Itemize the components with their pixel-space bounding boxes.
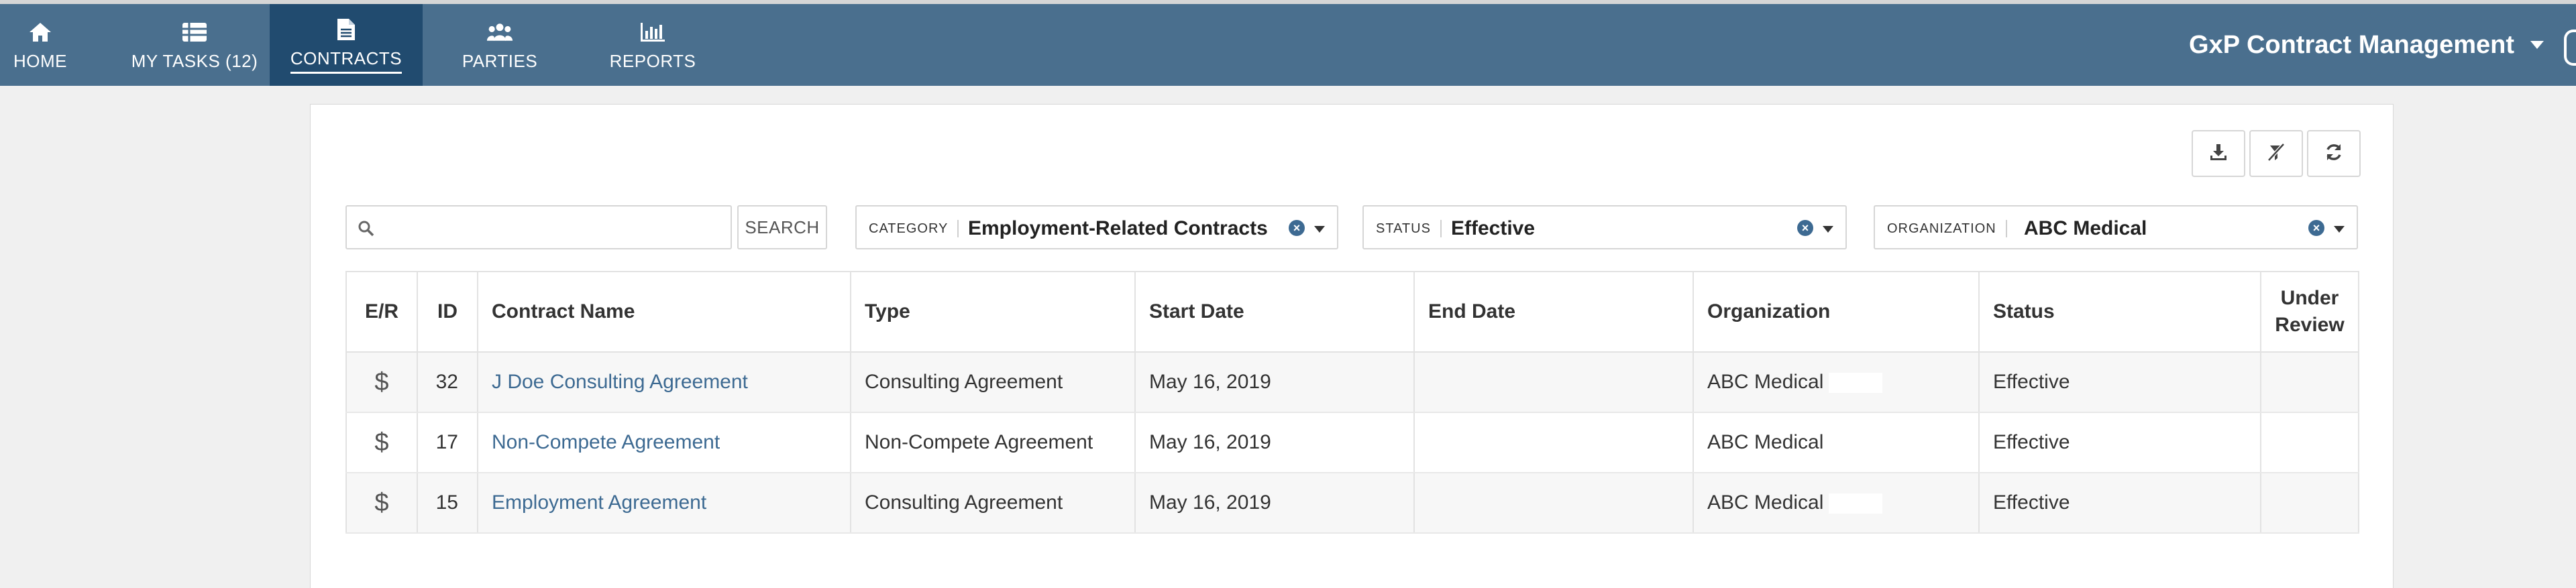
table-row[interactable]: $ 15 Employment Agreement Consulting Agr… xyxy=(345,473,2359,534)
nav-reports-label: REPORTS xyxy=(609,50,696,71)
contract-id: 17 xyxy=(417,412,478,473)
bar-chart-icon xyxy=(639,19,666,46)
organization-clear-icon[interactable]: × xyxy=(2308,220,2324,236)
search-input[interactable] xyxy=(384,212,722,244)
nav-reports[interactable]: REPORTS xyxy=(604,4,702,86)
organization-cell: ABC Medical xyxy=(1693,352,1980,413)
organization-dropdown-icon[interactable] xyxy=(2334,226,2345,233)
dollar-icon: $ xyxy=(345,473,418,534)
contract-type: Consulting Agreement xyxy=(851,473,1136,534)
category-filter-label: CATEGORY xyxy=(869,220,959,237)
start-date: May 16, 2019 xyxy=(1135,412,1415,473)
search-box xyxy=(345,205,732,249)
search-icon xyxy=(358,221,374,237)
contract-name-link[interactable]: J Doe Consulting Agreement xyxy=(492,371,748,393)
status-cell: Effective xyxy=(1979,412,2261,473)
col-header-type[interactable]: Type xyxy=(851,271,1136,353)
under-review-cell xyxy=(2261,473,2359,534)
redaction-block xyxy=(1829,493,1883,514)
status-cell: Effective xyxy=(1979,352,2261,413)
start-date: May 16, 2019 xyxy=(1135,473,1415,534)
organization-cell: ABC Medical xyxy=(1693,412,1980,473)
contract-type: Consulting Agreement xyxy=(851,352,1136,413)
end-date xyxy=(1414,352,1694,413)
refresh-button[interactable] xyxy=(2307,130,2361,177)
contract-id: 32 xyxy=(417,352,478,413)
dollar-icon: $ xyxy=(345,352,418,413)
list-icon xyxy=(181,19,208,46)
contract-name-cell: Non-Compete Agreement xyxy=(478,412,851,473)
contract-name-link[interactable]: Non-Compete Agreement xyxy=(492,431,720,453)
col-header-er[interactable]: E/R xyxy=(345,271,418,353)
contract-id: 15 xyxy=(417,473,478,534)
status-filter-value: Effective xyxy=(1451,217,1536,239)
contracts-panel: SEARCH CATEGORY Employment-Related Contr… xyxy=(310,104,2394,588)
nav-contracts[interactable]: CONTRACTS xyxy=(270,4,423,86)
under-review-cell xyxy=(2261,412,2359,473)
organization-name: ABC Medical xyxy=(1707,371,1824,393)
contract-type: Non-Compete Agreement xyxy=(851,412,1136,473)
category-dropdown-icon[interactable] xyxy=(1314,226,1325,233)
dollar-icon: $ xyxy=(345,412,418,473)
organization-name: ABC Medical xyxy=(1707,431,1824,453)
refresh-icon xyxy=(2324,142,2344,166)
contract-name-cell: J Doe Consulting Agreement xyxy=(478,352,851,413)
top-navbar: HOME MY TASKS (12) CONTRACTS PARTIES REP… xyxy=(0,4,2576,86)
contracts-table: E/R ID Contract Name Type Start Date End… xyxy=(345,271,2359,534)
nav-my-tasks-label: MY TASKS (12) xyxy=(131,50,258,71)
end-date xyxy=(1414,473,1694,534)
contract-name-cell: Employment Agreement xyxy=(478,473,851,534)
col-header-under-review[interactable]: Under Review xyxy=(2261,271,2359,353)
col-header-contract-name[interactable]: Contract Name xyxy=(478,271,851,353)
people-icon xyxy=(486,19,513,46)
col-header-status[interactable]: Status xyxy=(1979,271,2261,353)
nav-home-label: HOME xyxy=(13,50,67,71)
nav-parties-label: PARTIES xyxy=(462,50,538,71)
clear-filters-button[interactable] xyxy=(2249,130,2303,177)
organization-name: ABC Medical xyxy=(1707,491,1824,514)
category-filter[interactable]: CATEGORY Employment-Related Contracts × xyxy=(855,205,1338,249)
organization-filter-label: ORGANIZATION xyxy=(1887,220,2007,237)
organization-filter-value: ABC Medical xyxy=(2024,217,2147,239)
contract-name-link[interactable]: Employment Agreement xyxy=(492,491,706,514)
end-date xyxy=(1414,412,1694,473)
nav-parties[interactable]: PARTIES xyxy=(456,4,543,86)
organization-cell: ABC Medical xyxy=(1693,473,1980,534)
app-title[interactable]: GxP Contract Management xyxy=(2189,4,2514,86)
category-clear-icon[interactable]: × xyxy=(1289,220,1305,236)
nav-my-tasks[interactable]: MY TASKS (12) xyxy=(127,4,262,86)
table-header-row: E/R ID Contract Name Type Start Date End… xyxy=(345,271,2359,353)
col-header-organization[interactable]: Organization xyxy=(1693,271,1980,353)
start-date: May 16, 2019 xyxy=(1135,352,1415,413)
download-button[interactable] xyxy=(2192,130,2245,177)
status-clear-icon[interactable]: × xyxy=(1797,220,1813,236)
status-cell: Effective xyxy=(1979,473,2261,534)
organization-filter[interactable]: ORGANIZATION ABC Medical × xyxy=(1874,205,2358,249)
user-menu-edge[interactable] xyxy=(2564,30,2576,66)
app-menu-caret-icon[interactable] xyxy=(2530,41,2544,49)
status-filter-label: STATUS xyxy=(1376,220,1442,237)
col-header-id[interactable]: ID xyxy=(417,271,478,353)
status-filter[interactable]: STATUS Effective × xyxy=(1362,205,1847,249)
table-row[interactable]: $ 32 J Doe Consulting Agreement Consulti… xyxy=(345,352,2359,413)
category-filter-value: Employment-Related Contracts xyxy=(968,217,1268,239)
under-review-cell xyxy=(2261,352,2359,413)
download-icon xyxy=(2208,142,2229,166)
nav-contracts-label: CONTRACTS xyxy=(290,48,402,74)
clear-filters-icon xyxy=(2266,142,2286,166)
col-header-start-date[interactable]: Start Date xyxy=(1135,271,1415,353)
search-button[interactable]: SEARCH xyxy=(737,205,827,249)
nav-home[interactable]: HOME xyxy=(0,4,80,86)
home-icon xyxy=(27,19,54,46)
redaction-block xyxy=(1829,373,1883,394)
document-icon xyxy=(333,16,360,43)
col-header-end-date[interactable]: End Date xyxy=(1414,271,1694,353)
table-row[interactable]: $ 17 Non-Compete Agreement Non-Compete A… xyxy=(345,412,2359,473)
status-dropdown-icon[interactable] xyxy=(1823,226,1833,233)
